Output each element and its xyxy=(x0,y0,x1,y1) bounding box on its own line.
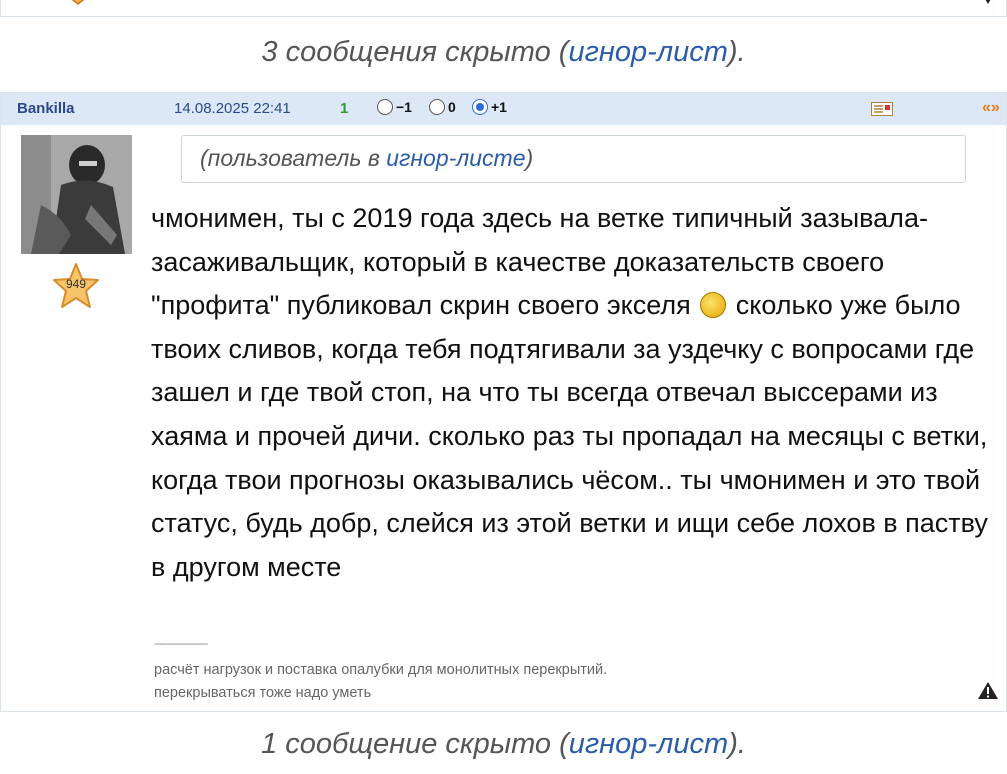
radio-icon[interactable] xyxy=(377,99,393,115)
star-badge-icon xyxy=(71,0,85,5)
avatar-image xyxy=(21,135,132,254)
money-emoji-icon xyxy=(700,292,727,319)
warning-triangle-icon[interactable] xyxy=(978,0,998,6)
vote-minus-one[interactable]: −1 xyxy=(377,99,412,115)
user-star-count: 949 xyxy=(65,277,87,291)
vote-zero[interactable]: 0 xyxy=(429,99,456,115)
avatar[interactable] xyxy=(21,135,132,254)
ignore-notice: (пользователь в игнор-листе) xyxy=(181,135,966,183)
hidden-messages-notice: 1 сообщение скрыто (игнор-лист). xyxy=(261,728,746,760)
quote-button[interactable]: «» xyxy=(982,99,1000,117)
ignore-list-link[interactable]: игнор-лист xyxy=(568,36,727,68)
warning-triangle-icon[interactable] xyxy=(977,681,999,700)
radio-icon[interactable] xyxy=(429,99,445,115)
ignore-list-link[interactable]: игнор-листе xyxy=(386,145,525,171)
post-rating: 1 xyxy=(340,100,349,117)
post-date[interactable]: 14.08.2025 22:41 xyxy=(174,100,291,117)
post-header: Bankilla 14.08.2025 22:41 1 −1 0 +1 «» xyxy=(1,93,1006,125)
post-author[interactable]: Bankilla xyxy=(17,100,75,117)
ignore-list-link[interactable]: игнор-лист xyxy=(569,728,728,760)
signature-separator: -------------------- xyxy=(154,638,208,650)
radio-checked-icon[interactable] xyxy=(472,99,488,115)
private-message-icon[interactable] xyxy=(871,102,893,116)
vote-plus-one[interactable]: +1 xyxy=(472,99,507,115)
forum-post: Bankilla 14.08.2025 22:41 1 −1 0 +1 «» 9… xyxy=(0,92,1007,712)
previous-post xyxy=(0,0,1007,17)
signature: расчёт нагрузок и поставка опалубки для … xyxy=(154,662,608,701)
hidden-messages-notice: 3 сообщения скрыто (игнор-лист). xyxy=(261,36,746,68)
message-body: чмонимен, ты с 2019 года здесь на ветке … xyxy=(151,203,988,582)
